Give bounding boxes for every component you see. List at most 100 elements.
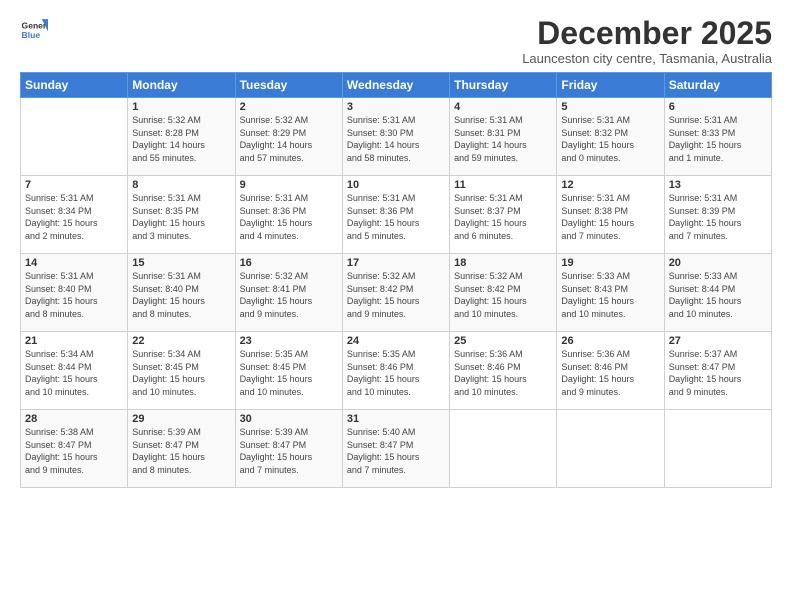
day-info: Sunrise: 5:34 AM Sunset: 8:45 PM Dayligh… <box>132 348 230 398</box>
calendar-cell: 15Sunrise: 5:31 AM Sunset: 8:40 PM Dayli… <box>128 254 235 332</box>
calendar-cell: 25Sunrise: 5:36 AM Sunset: 8:46 PM Dayli… <box>450 332 557 410</box>
day-number: 21 <box>25 335 123 347</box>
calendar-cell: 14Sunrise: 5:31 AM Sunset: 8:40 PM Dayli… <box>21 254 128 332</box>
calendar-cell <box>450 410 557 488</box>
calendar-cell: 8Sunrise: 5:31 AM Sunset: 8:35 PM Daylig… <box>128 176 235 254</box>
day-number: 10 <box>347 179 445 191</box>
day-info: Sunrise: 5:31 AM Sunset: 8:37 PM Dayligh… <box>454 192 552 242</box>
day-info: Sunrise: 5:33 AM Sunset: 8:44 PM Dayligh… <box>669 270 767 320</box>
calendar-cell: 28Sunrise: 5:38 AM Sunset: 8:47 PM Dayli… <box>21 410 128 488</box>
day-number: 31 <box>347 413 445 425</box>
week-row-0: 1Sunrise: 5:32 AM Sunset: 8:28 PM Daylig… <box>21 98 772 176</box>
weekday-header-thursday: Thursday <box>450 73 557 98</box>
calendar-cell: 2Sunrise: 5:32 AM Sunset: 8:29 PM Daylig… <box>235 98 342 176</box>
day-info: Sunrise: 5:32 AM Sunset: 8:29 PM Dayligh… <box>240 114 338 164</box>
week-row-4: 28Sunrise: 5:38 AM Sunset: 8:47 PM Dayli… <box>21 410 772 488</box>
calendar-cell: 13Sunrise: 5:31 AM Sunset: 8:39 PM Dayli… <box>664 176 771 254</box>
calendar-cell: 30Sunrise: 5:39 AM Sunset: 8:47 PM Dayli… <box>235 410 342 488</box>
day-info: Sunrise: 5:31 AM Sunset: 8:34 PM Dayligh… <box>25 192 123 242</box>
day-info: Sunrise: 5:31 AM Sunset: 8:36 PM Dayligh… <box>347 192 445 242</box>
weekday-header-row: SundayMondayTuesdayWednesdayThursdayFrid… <box>21 73 772 98</box>
day-number: 20 <box>669 257 767 269</box>
day-info: Sunrise: 5:31 AM Sunset: 8:40 PM Dayligh… <box>132 270 230 320</box>
day-number: 4 <box>454 101 552 113</box>
day-info: Sunrise: 5:40 AM Sunset: 8:47 PM Dayligh… <box>347 426 445 476</box>
day-number: 16 <box>240 257 338 269</box>
day-info: Sunrise: 5:32 AM Sunset: 8:42 PM Dayligh… <box>347 270 445 320</box>
day-number: 29 <box>132 413 230 425</box>
day-number: 24 <box>347 335 445 347</box>
calendar-cell: 1Sunrise: 5:32 AM Sunset: 8:28 PM Daylig… <box>128 98 235 176</box>
calendar-cell: 10Sunrise: 5:31 AM Sunset: 8:36 PM Dayli… <box>342 176 449 254</box>
day-info: Sunrise: 5:31 AM Sunset: 8:31 PM Dayligh… <box>454 114 552 164</box>
day-number: 25 <box>454 335 552 347</box>
calendar-cell: 21Sunrise: 5:34 AM Sunset: 8:44 PM Dayli… <box>21 332 128 410</box>
calendar-cell: 27Sunrise: 5:37 AM Sunset: 8:47 PM Dayli… <box>664 332 771 410</box>
calendar-cell: 23Sunrise: 5:35 AM Sunset: 8:45 PM Dayli… <box>235 332 342 410</box>
calendar-cell: 11Sunrise: 5:31 AM Sunset: 8:37 PM Dayli… <box>450 176 557 254</box>
weekday-header-sunday: Sunday <box>21 73 128 98</box>
day-number: 15 <box>132 257 230 269</box>
calendar-cell: 20Sunrise: 5:33 AM Sunset: 8:44 PM Dayli… <box>664 254 771 332</box>
day-number: 11 <box>454 179 552 191</box>
calendar-cell: 7Sunrise: 5:31 AM Sunset: 8:34 PM Daylig… <box>21 176 128 254</box>
day-info: Sunrise: 5:32 AM Sunset: 8:28 PM Dayligh… <box>132 114 230 164</box>
day-info: Sunrise: 5:35 AM Sunset: 8:45 PM Dayligh… <box>240 348 338 398</box>
day-info: Sunrise: 5:32 AM Sunset: 8:42 PM Dayligh… <box>454 270 552 320</box>
calendar-cell: 17Sunrise: 5:32 AM Sunset: 8:42 PM Dayli… <box>342 254 449 332</box>
logo-icon: General Blue <box>20 16 48 44</box>
day-info: Sunrise: 5:34 AM Sunset: 8:44 PM Dayligh… <box>25 348 123 398</box>
day-info: Sunrise: 5:36 AM Sunset: 8:46 PM Dayligh… <box>454 348 552 398</box>
day-number: 12 <box>561 179 659 191</box>
day-info: Sunrise: 5:38 AM Sunset: 8:47 PM Dayligh… <box>25 426 123 476</box>
calendar-cell <box>664 410 771 488</box>
day-info: Sunrise: 5:31 AM Sunset: 8:39 PM Dayligh… <box>669 192 767 242</box>
weekday-header-tuesday: Tuesday <box>235 73 342 98</box>
logo: General Blue <box>20 16 48 44</box>
calendar-cell <box>557 410 664 488</box>
calendar-cell: 4Sunrise: 5:31 AM Sunset: 8:31 PM Daylig… <box>450 98 557 176</box>
day-number: 2 <box>240 101 338 113</box>
day-info: Sunrise: 5:31 AM Sunset: 8:30 PM Dayligh… <box>347 114 445 164</box>
day-info: Sunrise: 5:31 AM Sunset: 8:32 PM Dayligh… <box>561 114 659 164</box>
calendar-cell: 19Sunrise: 5:33 AM Sunset: 8:43 PM Dayli… <box>557 254 664 332</box>
day-info: Sunrise: 5:32 AM Sunset: 8:41 PM Dayligh… <box>240 270 338 320</box>
calendar-cell: 18Sunrise: 5:32 AM Sunset: 8:42 PM Dayli… <box>450 254 557 332</box>
day-number: 9 <box>240 179 338 191</box>
day-info: Sunrise: 5:31 AM Sunset: 8:33 PM Dayligh… <box>669 114 767 164</box>
day-number: 30 <box>240 413 338 425</box>
day-number: 22 <box>132 335 230 347</box>
calendar-cell: 29Sunrise: 5:39 AM Sunset: 8:47 PM Dayli… <box>128 410 235 488</box>
day-info: Sunrise: 5:36 AM Sunset: 8:46 PM Dayligh… <box>561 348 659 398</box>
calendar-cell: 16Sunrise: 5:32 AM Sunset: 8:41 PM Dayli… <box>235 254 342 332</box>
day-number: 7 <box>25 179 123 191</box>
calendar-cell: 6Sunrise: 5:31 AM Sunset: 8:33 PM Daylig… <box>664 98 771 176</box>
page-container: General Blue December 2025 Launceston ci… <box>0 0 792 498</box>
weekday-header-wednesday: Wednesday <box>342 73 449 98</box>
day-number: 27 <box>669 335 767 347</box>
calendar-cell <box>21 98 128 176</box>
day-info: Sunrise: 5:37 AM Sunset: 8:47 PM Dayligh… <box>669 348 767 398</box>
day-number: 1 <box>132 101 230 113</box>
day-number: 17 <box>347 257 445 269</box>
day-number: 18 <box>454 257 552 269</box>
subtitle: Launceston city centre, Tasmania, Austra… <box>522 51 772 66</box>
svg-text:Blue: Blue <box>22 30 41 40</box>
month-title: December 2025 <box>522 16 772 51</box>
calendar-table: SundayMondayTuesdayWednesdayThursdayFrid… <box>20 72 772 488</box>
day-info: Sunrise: 5:31 AM Sunset: 8:40 PM Dayligh… <box>25 270 123 320</box>
calendar-cell: 26Sunrise: 5:36 AM Sunset: 8:46 PM Dayli… <box>557 332 664 410</box>
day-number: 5 <box>561 101 659 113</box>
day-info: Sunrise: 5:39 AM Sunset: 8:47 PM Dayligh… <box>132 426 230 476</box>
day-number: 3 <box>347 101 445 113</box>
day-info: Sunrise: 5:35 AM Sunset: 8:46 PM Dayligh… <box>347 348 445 398</box>
calendar-cell: 24Sunrise: 5:35 AM Sunset: 8:46 PM Dayli… <box>342 332 449 410</box>
calendar-cell: 22Sunrise: 5:34 AM Sunset: 8:45 PM Dayli… <box>128 332 235 410</box>
day-number: 6 <box>669 101 767 113</box>
calendar-cell: 31Sunrise: 5:40 AM Sunset: 8:47 PM Dayli… <box>342 410 449 488</box>
day-number: 23 <box>240 335 338 347</box>
day-number: 13 <box>669 179 767 191</box>
day-info: Sunrise: 5:31 AM Sunset: 8:38 PM Dayligh… <box>561 192 659 242</box>
day-number: 8 <box>132 179 230 191</box>
calendar-cell: 12Sunrise: 5:31 AM Sunset: 8:38 PM Dayli… <box>557 176 664 254</box>
